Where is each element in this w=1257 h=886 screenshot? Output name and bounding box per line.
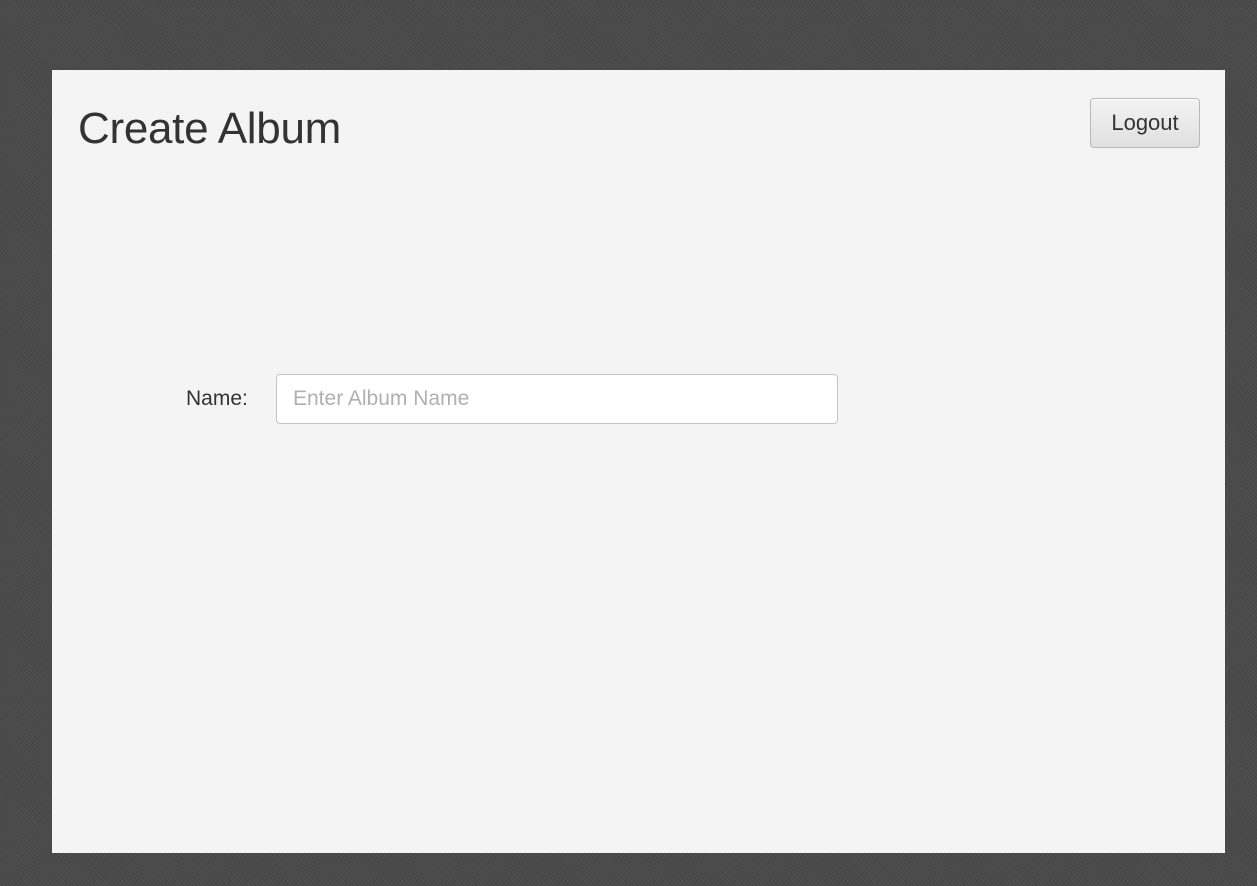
logout-button[interactable]: Logout — [1090, 98, 1200, 148]
album-name-input[interactable] — [276, 374, 838, 424]
page-title: Create Album — [78, 104, 341, 153]
desktop-backdrop: Create Album Logout Name: — [8, 7, 1257, 886]
name-label: Name: — [186, 387, 248, 410]
create-album-window: Create Album Logout Name: — [52, 70, 1225, 853]
